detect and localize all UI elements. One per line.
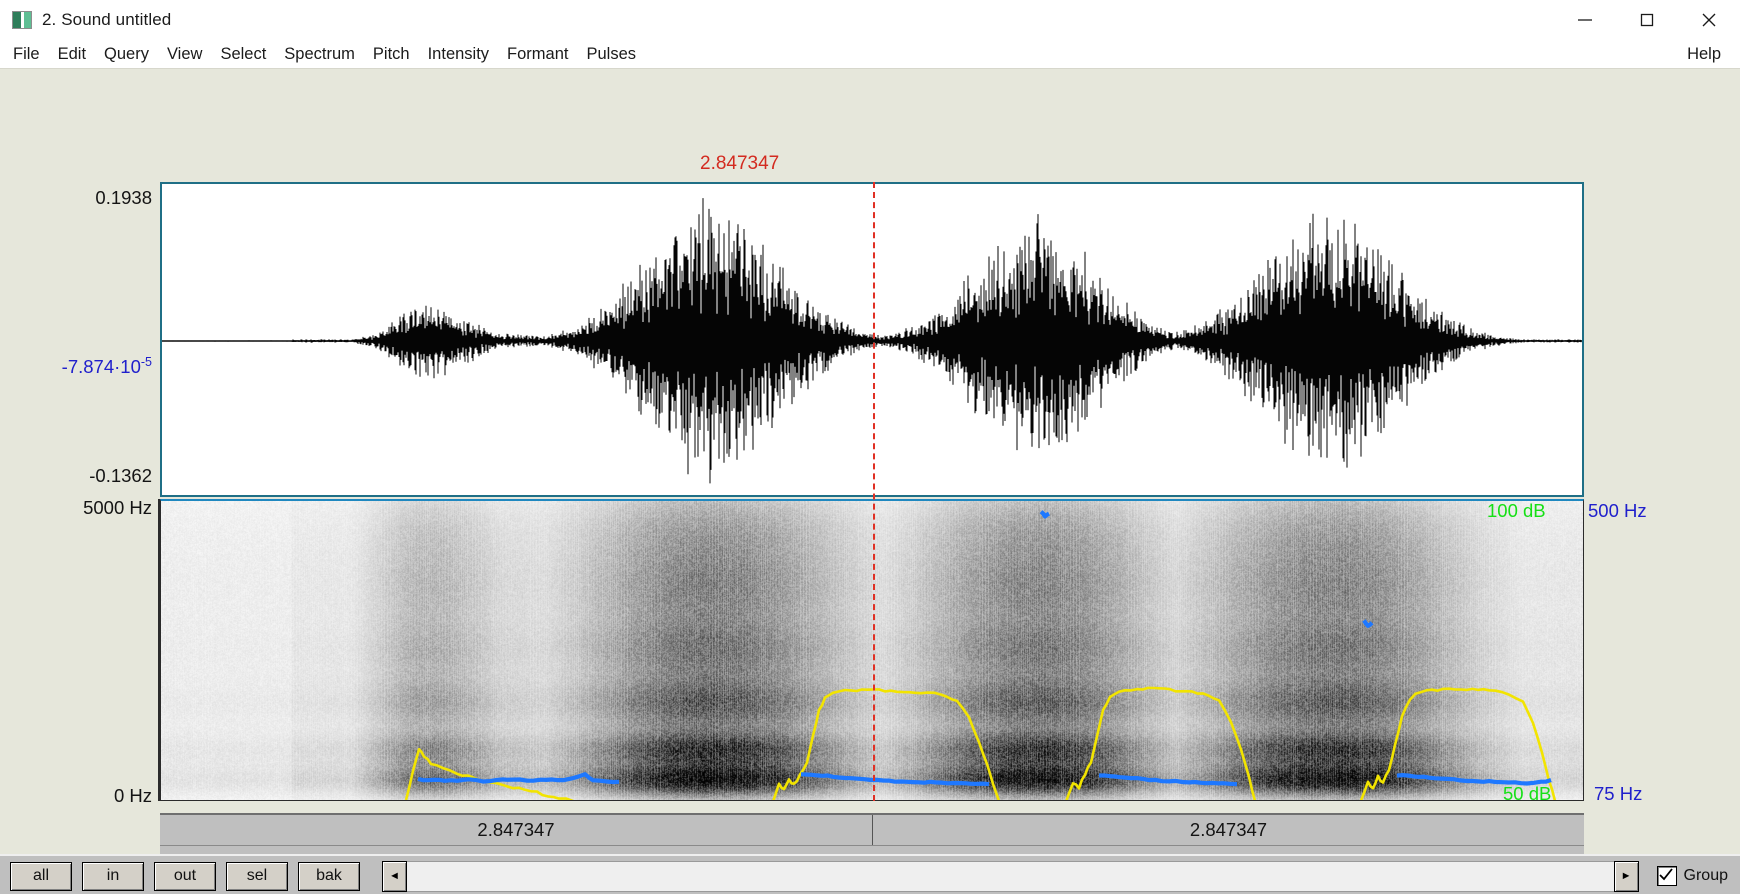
menu-item-select[interactable]: Select [211,40,275,68]
minimize-icon[interactable] [1554,0,1616,40]
selection-bar[interactable]: 2.847347 2.847347 [160,813,1584,845]
spectrogram-freq-max-label: 5000 Hz [83,497,152,518]
spectrogram-overlays [404,510,1557,800]
spectrogram-dynamic-range-top-label: 100 dB [1487,500,1546,521]
menu-item-intensity[interactable]: Intensity [419,40,498,68]
waveform-min-label: -0.1362 [89,465,152,486]
cursor-line[interactable] [873,182,875,801]
menu-item-formant[interactable]: Formant [498,40,577,68]
selection-right-half[interactable]: 2.847347 [873,815,1584,845]
group-label: Group [1683,867,1728,884]
scroll-track[interactable] [407,860,1614,892]
spectrogram-dynamic-range-bottom-label: 50 dB [1503,783,1552,804]
praat-sound-editor-window: 2. Sound untitled File Edit Query View S… [0,0,1740,894]
zoom-sel-button[interactable]: sel [226,861,288,891]
close-icon[interactable] [1678,0,1740,40]
menu-item-pitch[interactable]: Pitch [364,40,419,68]
waveform-max-label: 0.1938 [95,187,152,208]
pitch-floor-label: 75 Hz [1594,783,1643,804]
zoom-out-button[interactable]: out [154,861,216,891]
bottom-toolbar: all in out sel bak ◄ ► Group [0,854,1740,894]
menu-item-query[interactable]: Query [95,40,158,68]
editor-body: 2.847347 0.1938 -7.874·10-5 -0.1362 5000… [0,69,1740,894]
selection-left-half[interactable]: 2.847347 [160,815,873,845]
menu-item-help[interactable]: Help [1678,40,1730,68]
waveform-zero-mantissa: -7.874·10 [61,356,141,378]
maximize-icon[interactable] [1616,0,1678,40]
pitch-ceiling-label: 500 Hz [1588,500,1647,521]
group-checkbox[interactable] [1656,866,1677,886]
scroll-left-arrow-icon[interactable]: ◄ [382,860,407,892]
waveform-zero-exponent: -5 [140,355,152,369]
waveform-panel[interactable] [160,182,1584,497]
title-bar: 2. Sound untitled [0,0,1740,40]
spectrogram-panel[interactable] [160,499,1584,801]
zoom-all-button[interactable]: all [10,861,72,891]
menu-bar: File Edit Query View Select Spectrum Pit… [0,40,1740,69]
zoom-back-button[interactable]: bak [298,861,360,891]
menu-item-edit[interactable]: Edit [49,40,95,68]
zoom-in-button[interactable]: in [82,861,144,891]
window-controls [1554,0,1740,40]
waveform-plot [162,198,1582,484]
group-checkbox-container[interactable]: Group [1656,866,1728,886]
scroll-right-arrow-icon[interactable]: ► [1613,860,1639,892]
window-title: 2. Sound untitled [42,10,172,29]
horizontal-scrollbar[interactable]: ◄ ► [382,860,1639,892]
waveform-zero-label: -7.874·10-5 [0,355,152,378]
pitch-curve [417,510,1552,787]
checkmark-icon [1658,868,1673,881]
sound-window-icon [12,11,32,29]
menu-item-pulses[interactable]: Pulses [577,40,645,68]
cursor-time-label: 2.847347 [700,153,780,174]
menu-item-spectrum[interactable]: Spectrum [275,40,364,68]
menu-item-view[interactable]: View [158,40,211,68]
spectrogram-freq-min-label: 0 Hz [113,785,152,806]
menu-item-file[interactable]: File [4,40,49,68]
